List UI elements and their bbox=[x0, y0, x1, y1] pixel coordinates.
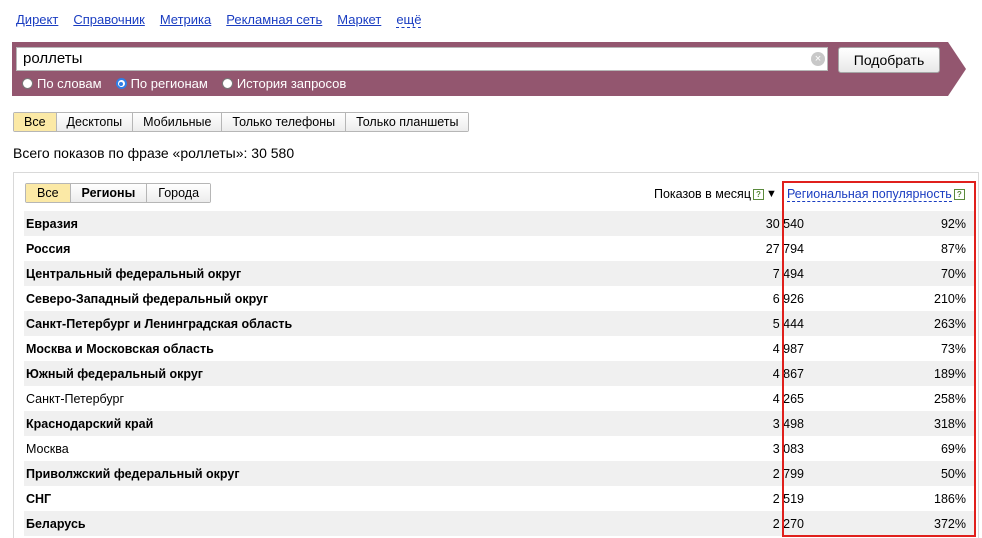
table-row: Северо-Западный федеральный округ 6 926 21… bbox=[24, 286, 974, 311]
table-row: Евразия 30 540 92% bbox=[24, 211, 974, 236]
top-nav: Директ Справочник Метрика Рекламная сеть… bbox=[16, 12, 436, 28]
region-name: Северо-Западный федеральный округ bbox=[26, 291, 269, 306]
shows-value: 4 265 bbox=[772, 391, 804, 406]
tab-regions[interactable]: Регионы bbox=[69, 184, 147, 202]
tab-tablets-only[interactable]: Только планшеты bbox=[345, 113, 469, 131]
radio-by-regions[interactable]: По регионам bbox=[115, 76, 208, 91]
radio-by-words[interactable]: По словам bbox=[22, 76, 102, 91]
region-tabs: Все Регионы Города bbox=[25, 183, 212, 203]
popularity-sort-link[interactable]: Региональная популярность bbox=[787, 187, 952, 202]
search-band-arrow bbox=[948, 42, 966, 96]
clear-icon[interactable]: × bbox=[811, 52, 825, 66]
region-name: Приволжский федеральный округ bbox=[26, 466, 240, 481]
radio-unchecked-icon[interactable] bbox=[221, 78, 233, 89]
sort-desc-icon[interactable]: ▼ bbox=[766, 188, 777, 200]
search-button[interactable]: Подобрать bbox=[838, 47, 940, 73]
shows-value: 2 799 bbox=[772, 466, 804, 481]
region-name: Москва bbox=[26, 441, 69, 456]
popularity-value: 70% bbox=[940, 266, 966, 281]
tab-all-devices[interactable]: Все bbox=[14, 113, 56, 131]
region-name: Россия bbox=[26, 241, 71, 256]
popularity-value: 69% bbox=[940, 441, 966, 456]
popularity-value: 189% bbox=[934, 366, 966, 381]
shows-value: 27 794 bbox=[765, 241, 804, 256]
radio-label: По регионам bbox=[130, 76, 208, 91]
shows-value: 5 444 bbox=[772, 316, 804, 331]
column-header-popularity: Региональная популярность ? bbox=[787, 187, 965, 202]
nav-link-more[interactable]: ещё bbox=[396, 12, 422, 28]
radio-unchecked-icon[interactable] bbox=[22, 78, 33, 89]
nav-link-direct[interactable]: Директ bbox=[16, 12, 58, 28]
region-name: СНГ bbox=[26, 491, 52, 506]
shows-value: 3 083 bbox=[772, 441, 804, 456]
region-name: Санкт-Петербург и Ленинградская область bbox=[26, 316, 293, 331]
popularity-value: 92% bbox=[940, 216, 966, 231]
shows-value: 7 494 bbox=[772, 266, 804, 281]
popularity-value: 73% bbox=[940, 341, 966, 356]
popularity-value: 263% bbox=[934, 316, 966, 331]
region-name: Краснодарский край bbox=[26, 416, 154, 431]
help-icon[interactable]: ? bbox=[953, 189, 965, 200]
nav-link-metrika[interactable]: Метрика bbox=[160, 12, 211, 28]
tab-all-regions[interactable]: Все bbox=[26, 184, 70, 202]
region-name: Евразия bbox=[26, 216, 78, 231]
tab-desktops[interactable]: Десктопы bbox=[55, 113, 133, 131]
search-mode-radios: По словам По регионам История запросов bbox=[22, 76, 360, 91]
region-name: Центральный федеральный округ bbox=[26, 266, 242, 281]
nav-link-ad-network[interactable]: Рекламная сеть bbox=[226, 12, 322, 28]
popularity-value: 87% bbox=[940, 241, 966, 256]
tab-mobile[interactable]: Мобильные bbox=[132, 113, 222, 131]
region-name: Санкт-Петербург bbox=[26, 391, 125, 406]
shows-value: 30 540 bbox=[765, 216, 804, 231]
device-tabs: Все Десктопы Мобильные Только телефоны Т… bbox=[13, 112, 470, 132]
table-row: СНГ 2 519 186% bbox=[24, 486, 974, 511]
search-input[interactable]: роллеты bbox=[16, 47, 828, 71]
column-shows-label: Показов в месяц bbox=[654, 187, 751, 201]
nav-link-directory[interactable]: Справочник bbox=[73, 12, 145, 28]
shows-value: 6 926 bbox=[772, 291, 804, 306]
table-row: Москва и Московская область 4 987 73% bbox=[24, 336, 974, 361]
popularity-value: 186% bbox=[934, 491, 966, 506]
shows-value: 2 519 bbox=[772, 491, 804, 506]
results-table: Евразия 30 540 92% Россия 27 794 87% Центральн… bbox=[24, 211, 974, 536]
region-name: Южный федеральный округ bbox=[26, 366, 204, 381]
radio-checked-icon[interactable] bbox=[115, 78, 127, 89]
nav-link-market[interactable]: Маркет bbox=[337, 12, 381, 28]
popularity-value: 372% bbox=[934, 516, 966, 531]
tab-phones-only[interactable]: Только телефоны bbox=[221, 113, 346, 131]
table-row: Москва 3 083 69% bbox=[24, 436, 974, 461]
column-header-shows: Показов в месяц ? ▼ bbox=[654, 187, 777, 201]
help-icon[interactable]: ? bbox=[753, 188, 764, 200]
shows-value: 4 987 bbox=[772, 341, 804, 356]
popularity-value: 50% bbox=[940, 466, 966, 481]
popularity-value: 210% bbox=[934, 291, 966, 306]
total-impressions: Всего показов по фразе «роллеты»: 30 580 bbox=[13, 145, 295, 161]
table-row: Россия 27 794 87% bbox=[24, 236, 974, 261]
shows-value: 4 867 bbox=[772, 366, 804, 381]
radio-label: История запросов bbox=[236, 76, 347, 91]
table-row: Приволжский федеральный округ 2 799 50% bbox=[24, 461, 974, 486]
region-name: Беларусь bbox=[26, 516, 86, 531]
shows-value: 2 270 bbox=[772, 516, 804, 531]
table-row: Южный федеральный округ 4 867 189% bbox=[24, 361, 974, 386]
shows-value: 3 498 bbox=[772, 416, 804, 431]
radio-query-history[interactable]: История запросов bbox=[221, 76, 347, 91]
popularity-value: 258% bbox=[934, 391, 966, 406]
region-name: Москва и Московская область bbox=[26, 341, 214, 356]
table-row: Центральный федеральный округ 7 494 70% bbox=[24, 261, 974, 286]
table-row: Санкт-Петербург и Ленинградская область 5… bbox=[24, 311, 974, 336]
popularity-value: 318% bbox=[934, 416, 966, 431]
table-row: Беларусь 2 270 372% bbox=[24, 511, 974, 536]
tab-cities[interactable]: Города bbox=[146, 184, 211, 202]
radio-label: По словам bbox=[37, 76, 102, 91]
table-row: Санкт-Петербург 4 265 258% bbox=[24, 386, 974, 411]
table-row: Краснодарский край 3 498 318% bbox=[24, 411, 974, 436]
